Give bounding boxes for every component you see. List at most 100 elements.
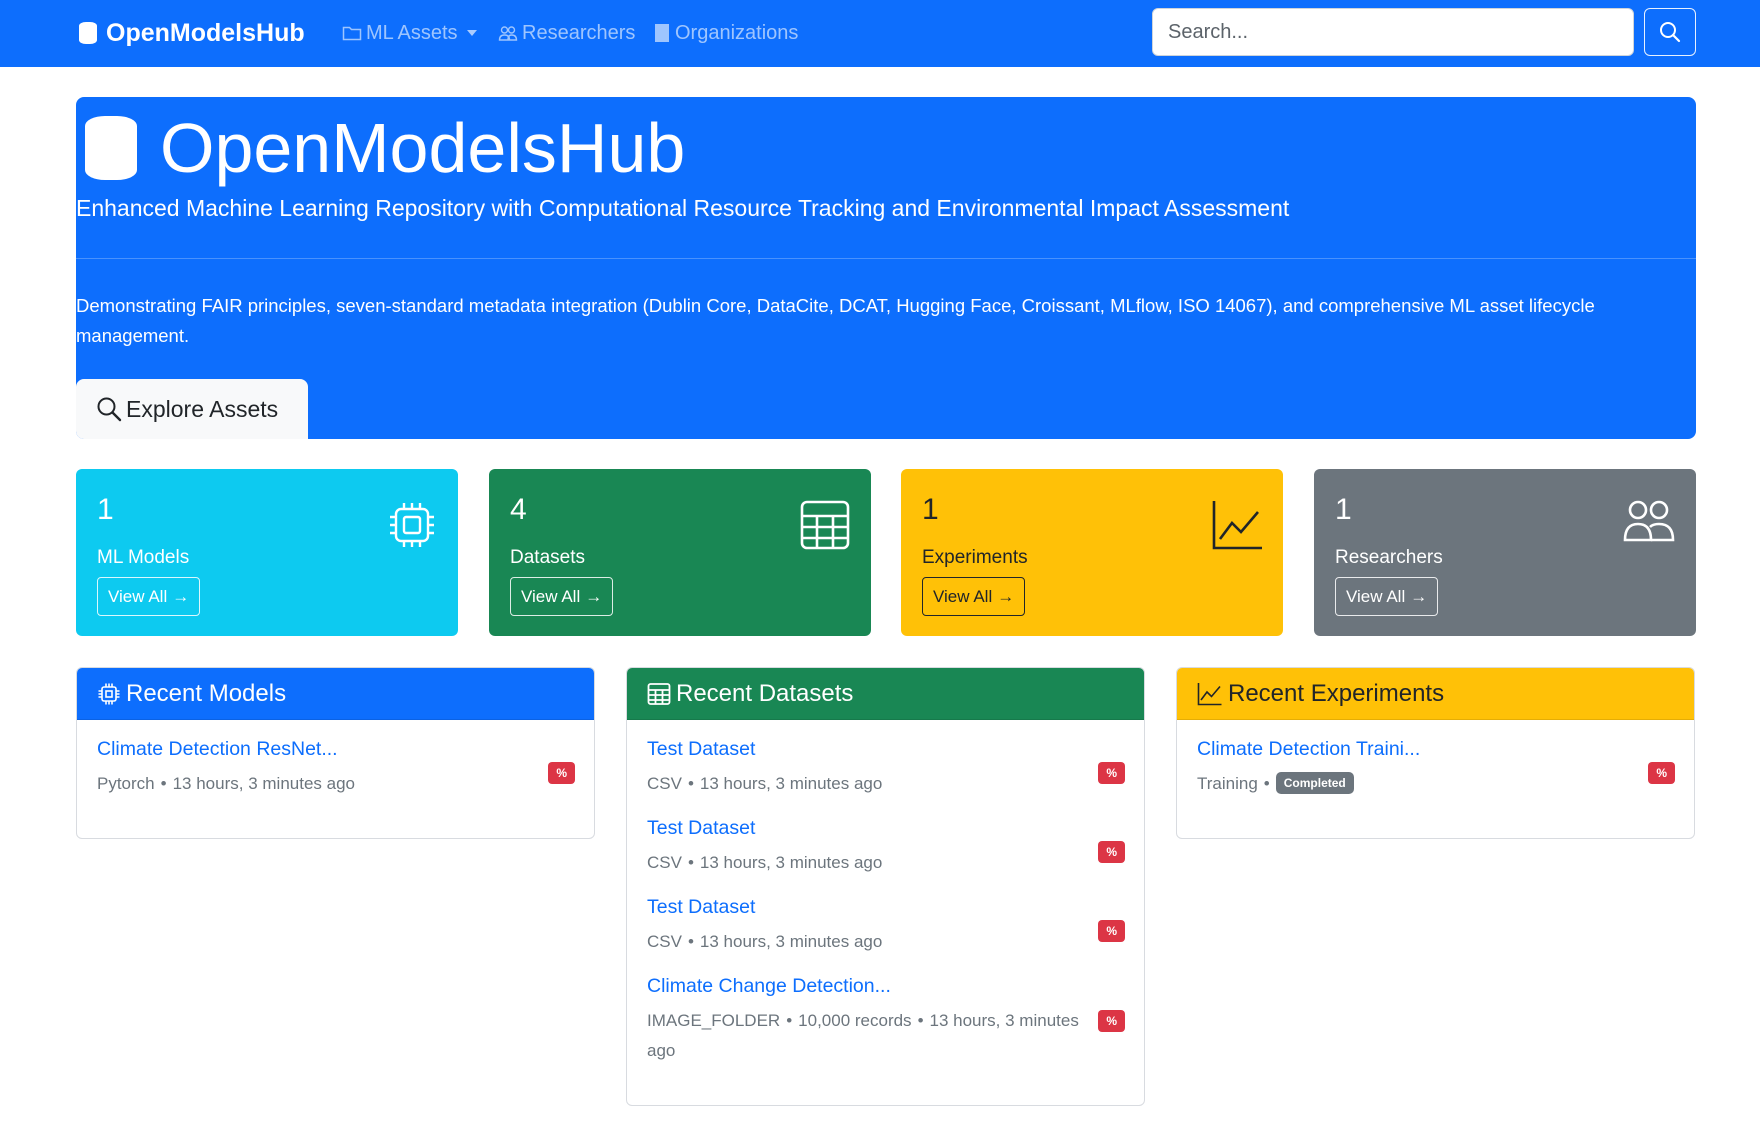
experiment-type: Training [1197, 774, 1258, 793]
view-all-models-button[interactable]: View All → [97, 577, 201, 616]
people-icon [1623, 500, 1675, 542]
view-all-label: View All [933, 586, 993, 606]
dataset-link[interactable]: Test Dataset [647, 738, 1125, 761]
status-badge: Completed [1275, 772, 1354, 794]
item-meta: CSV • 13 hours, 3 minutes ago [647, 774, 883, 793]
item-meta: CSV • 13 hours, 3 minutes ago [647, 853, 883, 872]
arrow-right-icon: → [1410, 586, 1428, 606]
stat-card-experiments: 1 Experiments View All → [901, 469, 1283, 636]
view-all-label: View All [1346, 586, 1406, 606]
percent-badge: % [1098, 1010, 1125, 1032]
table-icon [800, 500, 850, 550]
list-item: Climate Detection ResNet... Pytorch • 13 h… [97, 738, 575, 799]
recent-datasets-header: Recent Datasets [627, 668, 1144, 720]
brand-link[interactable]: OpenModelsHub [78, 17, 305, 49]
hero-subtitle: Enhanced Machine Learning Repository wit… [76, 195, 1290, 221]
recent-experiments-card: Recent Experiments Climate Detection Tra… [1176, 667, 1695, 839]
view-all-label: View All [108, 586, 168, 606]
hero-title: OpenModelsHub [84, 103, 685, 193]
list-item: Climate Change Detection... IMAGE_FOLDER… [647, 975, 1125, 1066]
item-time: 13 hours, 3 minutes ago [699, 932, 883, 951]
hero-description: Demonstrating FAIR principles, seven-sta… [76, 295, 1595, 346]
item-time: 13 hours, 3 minutes ago [699, 853, 883, 872]
dataset-format: CSV [647, 932, 682, 951]
dataset-link[interactable]: Climate Change Detection... [647, 975, 1125, 998]
percent-badge: % [1098, 920, 1125, 942]
nav-researchers-label: Researchers [522, 21, 636, 44]
stat-label: ML Models [97, 547, 190, 568]
recent-experiments-header: Recent Experiments [1177, 668, 1694, 720]
nav-ml-assets[interactable]: ML Assets [342, 18, 477, 48]
search-button[interactable] [1644, 8, 1696, 56]
view-all-label: View All [521, 586, 581, 606]
chevron-down-icon [466, 30, 477, 36]
search-icon [97, 397, 122, 422]
experiment-link[interactable]: Climate Detection Traini... [1197, 738, 1675, 761]
explore-assets-button[interactable]: Explore Assets [76, 379, 308, 439]
nav-organizations-label: Organizations [675, 21, 799, 44]
nav-organizations[interactable]: Organizations [653, 18, 798, 48]
dataset-format: CSV [647, 774, 682, 793]
stat-count: 1 [1335, 493, 1352, 526]
percent-badge: % [1098, 762, 1125, 784]
stat-label: Datasets [510, 547, 585, 568]
stat-card-models: 1 ML Models View All → [76, 469, 458, 636]
view-all-datasets-button[interactable]: View All → [510, 577, 614, 616]
dataset-records: 10,000 records [798, 1011, 912, 1030]
dataset-format: IMAGE_FOLDER [647, 1011, 781, 1030]
stat-count: 1 [97, 493, 114, 526]
arrow-right-icon: → [585, 586, 603, 606]
search-icon [1660, 22, 1681, 43]
recent-datasets-card: Recent Datasets Test Dataset CSV • 13 hour… [626, 667, 1145, 1106]
nav-ml-assets-label: ML Assets [366, 21, 458, 44]
recent-datasets-title: Recent Datasets [676, 679, 854, 707]
dataset-link[interactable]: Test Dataset [647, 896, 1125, 919]
percent-badge: % [1648, 762, 1675, 784]
model-link[interactable]: Climate Detection ResNet... [97, 738, 575, 761]
cpu-icon [390, 503, 434, 547]
percent-badge: % [548, 762, 575, 784]
stat-label: Researchers [1335, 547, 1443, 568]
model-framework: Pytorch [97, 774, 155, 793]
item-meta: Pytorch • 13 hours, 3 minutes ago [97, 774, 355, 793]
database-icon [85, 116, 137, 180]
people-icon [498, 26, 518, 41]
recent-models-header: Recent Models [77, 668, 594, 720]
hero-divider [76, 258, 1696, 259]
explore-assets-label: Explore Assets [126, 395, 279, 422]
view-all-researchers-button[interactable]: View All → [1335, 577, 1439, 616]
stat-label: Experiments [922, 547, 1028, 568]
arrow-right-icon: → [997, 586, 1015, 606]
table-icon [647, 682, 671, 705]
list-item: Test Dataset CSV • 13 hours, 3 minutes ago… [647, 738, 1125, 799]
cpu-icon [98, 683, 120, 704]
folder-icon [342, 26, 362, 41]
chart-line-icon [1197, 682, 1222, 705]
brand-name: OpenModelsHub [106, 18, 305, 47]
recent-experiments-title: Recent Experiments [1228, 679, 1445, 707]
arrow-right-icon: → [172, 586, 190, 606]
list-item: Test Dataset CSV • 13 hours, 3 minutes ago… [647, 896, 1125, 957]
stat-count: 4 [510, 493, 527, 526]
stat-card-researchers: 1 Researchers View All → [1314, 469, 1696, 636]
hero-banner: OpenModelsHub Enhanced Machine Learning … [76, 97, 1696, 439]
search-input[interactable] [1152, 8, 1634, 56]
recent-models-card: Recent Models Climate Detection ResNet..… [76, 667, 595, 839]
item-meta: Training • Completed [1197, 769, 1637, 799]
nav-researchers[interactable]: Researchers [498, 18, 635, 48]
item-time: 13 hours, 3 minutes ago [699, 774, 883, 793]
list-item: Test Dataset CSV • 13 hours, 3 minutes ago… [647, 817, 1125, 878]
building-icon [655, 24, 669, 42]
item-meta: CSV • 13 hours, 3 minutes ago [647, 932, 883, 951]
item-meta: IMAGE_FOLDER • 10,000 records • 13 hours, 3 … [647, 1011, 1079, 1060]
database-icon [79, 22, 97, 44]
item-time: 13 hours, 3 minutes ago [172, 774, 355, 793]
chart-line-icon [1212, 501, 1262, 550]
dataset-format: CSV [647, 853, 682, 872]
percent-badge: % [1098, 841, 1125, 863]
view-all-experiments-button[interactable]: View All → [922, 577, 1026, 616]
dataset-link[interactable]: Test Dataset [647, 817, 1125, 840]
top-navbar: OpenModelsHub ML Assets Researchers Orga… [0, 0, 1760, 67]
list-item: Climate Detection Traini... Training • Com… [1197, 738, 1675, 799]
hero-title-text: OpenModelsHub [160, 109, 686, 187]
